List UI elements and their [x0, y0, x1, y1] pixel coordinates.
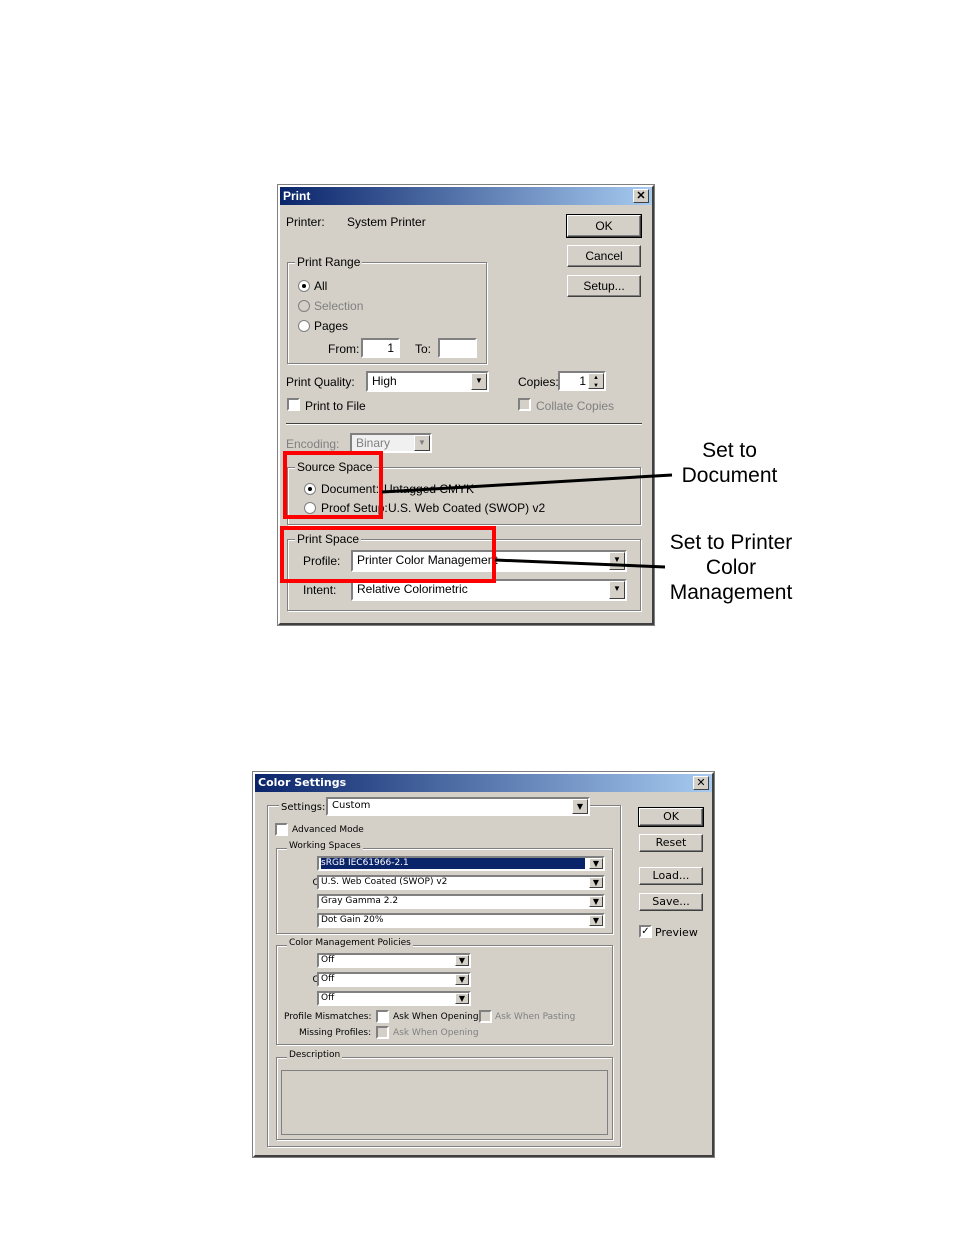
preview-checkbox[interactable]: ✓ — [639, 925, 652, 938]
chevron-down-icon[interactable]: ▼ — [589, 858, 603, 869]
profile-select[interactable]: Off ▼ — [317, 991, 471, 1006]
profile-select[interactable]: Off ▼ — [317, 972, 471, 987]
chevron-down-icon[interactable]: ▼ — [455, 955, 469, 966]
missing-profiles-label: Missing Profiles: — [299, 1028, 372, 1038]
advanced-mode-label: Advanced Mode — [292, 825, 364, 835]
ask-when-opening-checkbox[interactable] — [376, 1010, 389, 1023]
settings-label: Settings: — [279, 802, 328, 813]
chevron-down-icon[interactable]: ▼ — [455, 974, 469, 985]
color-settings-dialog: Color Settings ✕ Settings: Custom ▼ Advan… — [253, 772, 714, 1157]
leader-line-print-space — [494, 558, 666, 569]
group-legend: Color Management Policies — [287, 938, 413, 948]
group-legend: Working Spaces — [287, 841, 363, 851]
profile-value: U.S. Web Coated (SWOP) v2 — [321, 877, 448, 887]
description-text — [281, 1070, 608, 1135]
profile-mismatches-label: Profile Mismatches: — [284, 1012, 372, 1022]
profile-select[interactable]: U.S. Web Coated (SWOP) v2 ▼ — [317, 875, 605, 890]
ask-when-pasting-checkbox — [479, 1010, 492, 1023]
annotation-lines — [381, 473, 673, 569]
chevron-down-icon[interactable]: ▼ — [572, 799, 588, 814]
chevron-down-icon[interactable]: ▼ — [589, 877, 603, 888]
profile-select[interactable]: Dot Gain 20% ▼ — [317, 913, 605, 928]
advanced-mode-checkbox[interactable] — [275, 823, 288, 836]
color-settings-title-bar: Color Settings ✕ — [255, 774, 712, 792]
dialog-title: Color Settings — [258, 776, 347, 789]
ask-when-opening-label: Ask When Opening — [393, 1012, 479, 1022]
profile-value: Off — [321, 955, 335, 965]
settings-value: Custom — [332, 800, 371, 811]
description-group: Description — [276, 1050, 613, 1140]
close-icon[interactable]: ✕ — [693, 776, 709, 790]
ask-when-pasting-label: Ask When Pasting — [495, 1012, 576, 1022]
profile-value: Off — [321, 974, 335, 984]
load-button[interactable]: Load... — [639, 867, 703, 885]
save-button[interactable]: Save... — [639, 893, 703, 911]
leader-line-source — [381, 473, 673, 494]
profile-value: Dot Gain 20% — [321, 915, 384, 925]
profile-value: Off — [321, 993, 335, 1003]
annotation-source: Set to Document — [681, 439, 778, 487]
chevron-down-icon[interactable]: ▼ — [589, 896, 603, 907]
chevron-down-icon[interactable]: ▼ — [455, 993, 469, 1004]
annotation-print-space: Set to Printer Color Management — [669, 531, 793, 604]
missing-ask-checkbox — [376, 1026, 389, 1039]
profile-value: sRGB IEC61966-2.1 — [321, 858, 585, 869]
reset-button[interactable]: Reset — [639, 834, 703, 852]
settings-select[interactable]: Custom ▼ — [326, 797, 590, 816]
profile-value: Gray Gamma 2.2 — [321, 896, 399, 906]
group-legend: Description — [287, 1050, 343, 1060]
ok-button[interactable]: OK — [638, 807, 704, 827]
profile-select[interactable]: Off ▼ — [317, 953, 471, 968]
preview-label: Preview — [655, 926, 698, 939]
chevron-down-icon[interactable]: ▼ — [589, 915, 603, 926]
profile-select[interactable]: sRGB IEC61966-2.1 ▼ — [317, 856, 605, 871]
missing-ask-label: Ask When Opening — [393, 1028, 479, 1038]
profile-select[interactable]: Gray Gamma 2.2 ▼ — [317, 894, 605, 909]
